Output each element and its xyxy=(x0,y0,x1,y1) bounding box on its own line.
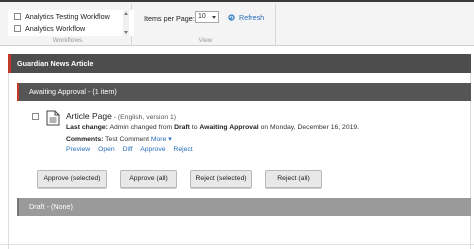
reject-all-button[interactable]: Reject (all) xyxy=(265,170,322,188)
workflow-item-label: Analytics Testing Workflow xyxy=(25,11,110,21)
item-title: Article Page - (English, version 1) xyxy=(66,111,176,121)
workflow-checkbox[interactable] xyxy=(14,24,21,32)
item-meta: - (English, version 1) xyxy=(111,114,177,121)
open-link[interactable]: Open xyxy=(98,146,115,153)
workflow-item[interactable]: Analytics Testing Workflow xyxy=(8,10,134,22)
last-change-line: Last change: Admin changed from Draft to… xyxy=(66,124,359,131)
last-change-text: to xyxy=(189,124,200,131)
diff-link[interactable]: Diff xyxy=(123,146,133,153)
chevron-down-icon xyxy=(212,16,216,19)
page-title: Guardian News Article xyxy=(8,54,471,73)
last-change-date: on Monday, December 16, 2019. xyxy=(258,124,360,131)
more-link[interactable]: More ▾ xyxy=(151,136,172,143)
approve-all-button[interactable]: Approve (all) xyxy=(120,170,177,188)
items-per-page-value: 10 xyxy=(198,13,206,20)
bottom-divider xyxy=(0,244,474,245)
workflows-list: Analytics Testing Workflow Analytics Wor… xyxy=(8,10,134,36)
workflows-scrollbar[interactable] xyxy=(123,10,129,36)
approve-link[interactable]: Approve xyxy=(140,146,165,153)
workflow-item[interactable]: Analytics Workflow xyxy=(8,22,134,34)
items-per-page-label: Items per Page: xyxy=(144,14,195,23)
ribbon: Analytics Testing Workflow Analytics Wor… xyxy=(0,2,474,46)
comments-label: Comments: xyxy=(66,136,104,143)
item-select-checkbox[interactable] xyxy=(32,113,39,120)
approve-selected-button[interactable]: Approve (selected) xyxy=(37,170,107,188)
reject-link[interactable]: Reject xyxy=(173,146,192,153)
refresh-icon xyxy=(228,14,235,21)
comments-line: Comments: Test Comment More ▾ xyxy=(66,135,172,143)
refresh-label: Refresh xyxy=(239,13,265,22)
section-draft[interactable]: Draft - (None) xyxy=(17,198,471,216)
item-name: Article Page xyxy=(66,111,112,121)
comments-text: Test Comment xyxy=(103,136,151,143)
to-state: Awaiting Approval xyxy=(199,124,259,131)
document-icon xyxy=(46,110,60,126)
workflow-checkbox[interactable] xyxy=(14,12,21,20)
from-state: Draft xyxy=(174,124,190,131)
section-awaiting-approval[interactable]: Awaiting Approval - (1 item) xyxy=(17,83,471,101)
workflows-group: Analytics Testing Workflow Analytics Wor… xyxy=(4,4,134,46)
items-per-page-select[interactable]: 10 xyxy=(195,11,219,23)
scroll-down-arrow-icon[interactable] xyxy=(124,31,128,34)
last-change-label: Last change: xyxy=(66,124,108,131)
refresh-button[interactable]: Refresh xyxy=(228,13,264,22)
last-change-text: Admin changed from xyxy=(107,124,175,131)
reject-selected-button[interactable]: Reject (selected) xyxy=(190,170,252,188)
scroll-up-arrow-icon[interactable] xyxy=(124,12,128,15)
workflow-item-label: Analytics Workflow xyxy=(25,23,86,33)
view-group: Items per Page: 10 Refresh View xyxy=(136,4,276,46)
preview-link[interactable]: Preview xyxy=(66,146,90,153)
item-actions: Preview Open Diff Approve Reject xyxy=(66,146,199,153)
workflows-group-label: Workflows xyxy=(52,37,83,44)
view-group-label: View xyxy=(198,37,213,44)
